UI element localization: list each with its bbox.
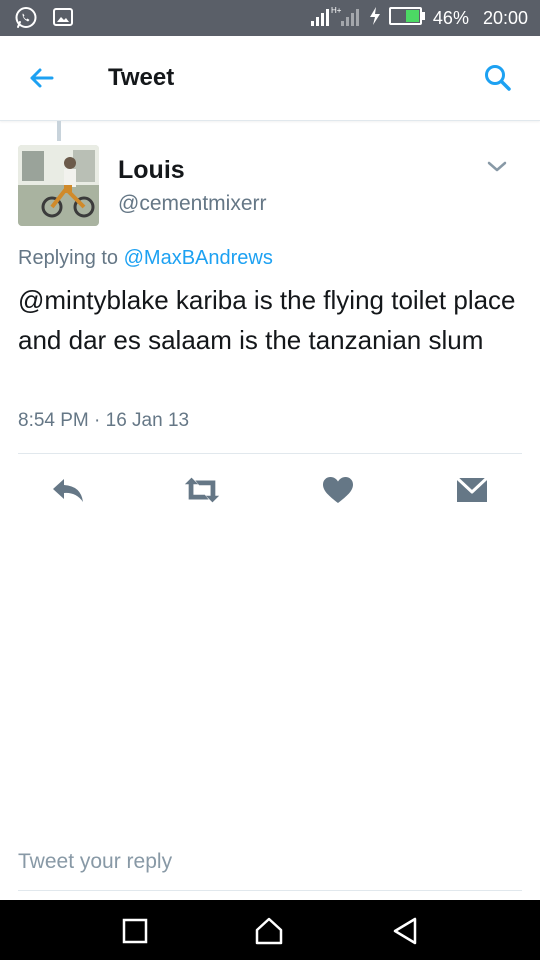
author-handle[interactable]: @cementmixerr bbox=[118, 192, 267, 216]
replying-to-handle-link[interactable]: @MaxBAndrews bbox=[124, 247, 273, 269]
reply-input-underline bbox=[18, 890, 522, 891]
tweet-timestamp: 8:54 PM · 16 Jan 13 bbox=[18, 410, 190, 431]
chevron-down-icon[interactable] bbox=[486, 160, 508, 174]
battery-percent: 46% bbox=[432, 7, 469, 28]
status-bar: H+ 46% 20:00 bbox=[0, 0, 540, 36]
reply-icon[interactable] bbox=[48, 470, 88, 510]
status-time: 20:00 bbox=[482, 7, 528, 28]
charging-icon bbox=[369, 6, 381, 31]
like-icon[interactable] bbox=[318, 470, 358, 510]
author-name[interactable]: Louis bbox=[118, 156, 185, 185]
home-icon[interactable] bbox=[252, 914, 286, 948]
recent-apps-icon[interactable] bbox=[118, 914, 152, 948]
network-type-label: H+ bbox=[331, 6, 342, 15]
whatsapp-icon bbox=[14, 6, 38, 35]
system-navigation-bar bbox=[0, 900, 540, 960]
back-arrow-icon[interactable] bbox=[26, 62, 58, 94]
app-bar: Tweet bbox=[0, 36, 540, 121]
tweet-text: @mintyblake kariba is the flying toilet … bbox=[18, 285, 516, 355]
signal-icon: H+ bbox=[309, 4, 361, 33]
search-icon[interactable] bbox=[482, 62, 514, 94]
page-title: Tweet bbox=[108, 64, 175, 91]
reply-input[interactable]: Tweet your reply bbox=[18, 850, 172, 874]
back-nav-icon[interactable] bbox=[388, 914, 422, 948]
battery-icon bbox=[388, 6, 425, 30]
thread-connector-line bbox=[57, 121, 61, 141]
gallery-icon bbox=[52, 6, 74, 35]
replying-to-label: Replying to bbox=[18, 247, 119, 269]
direct-message-icon[interactable] bbox=[452, 470, 492, 510]
divider bbox=[18, 453, 522, 454]
tweet-actions bbox=[0, 470, 540, 510]
avatar[interactable] bbox=[18, 145, 99, 226]
retweet-icon[interactable] bbox=[182, 470, 222, 510]
replying-to-line: Replying to @MaxBAndrews bbox=[18, 247, 273, 270]
